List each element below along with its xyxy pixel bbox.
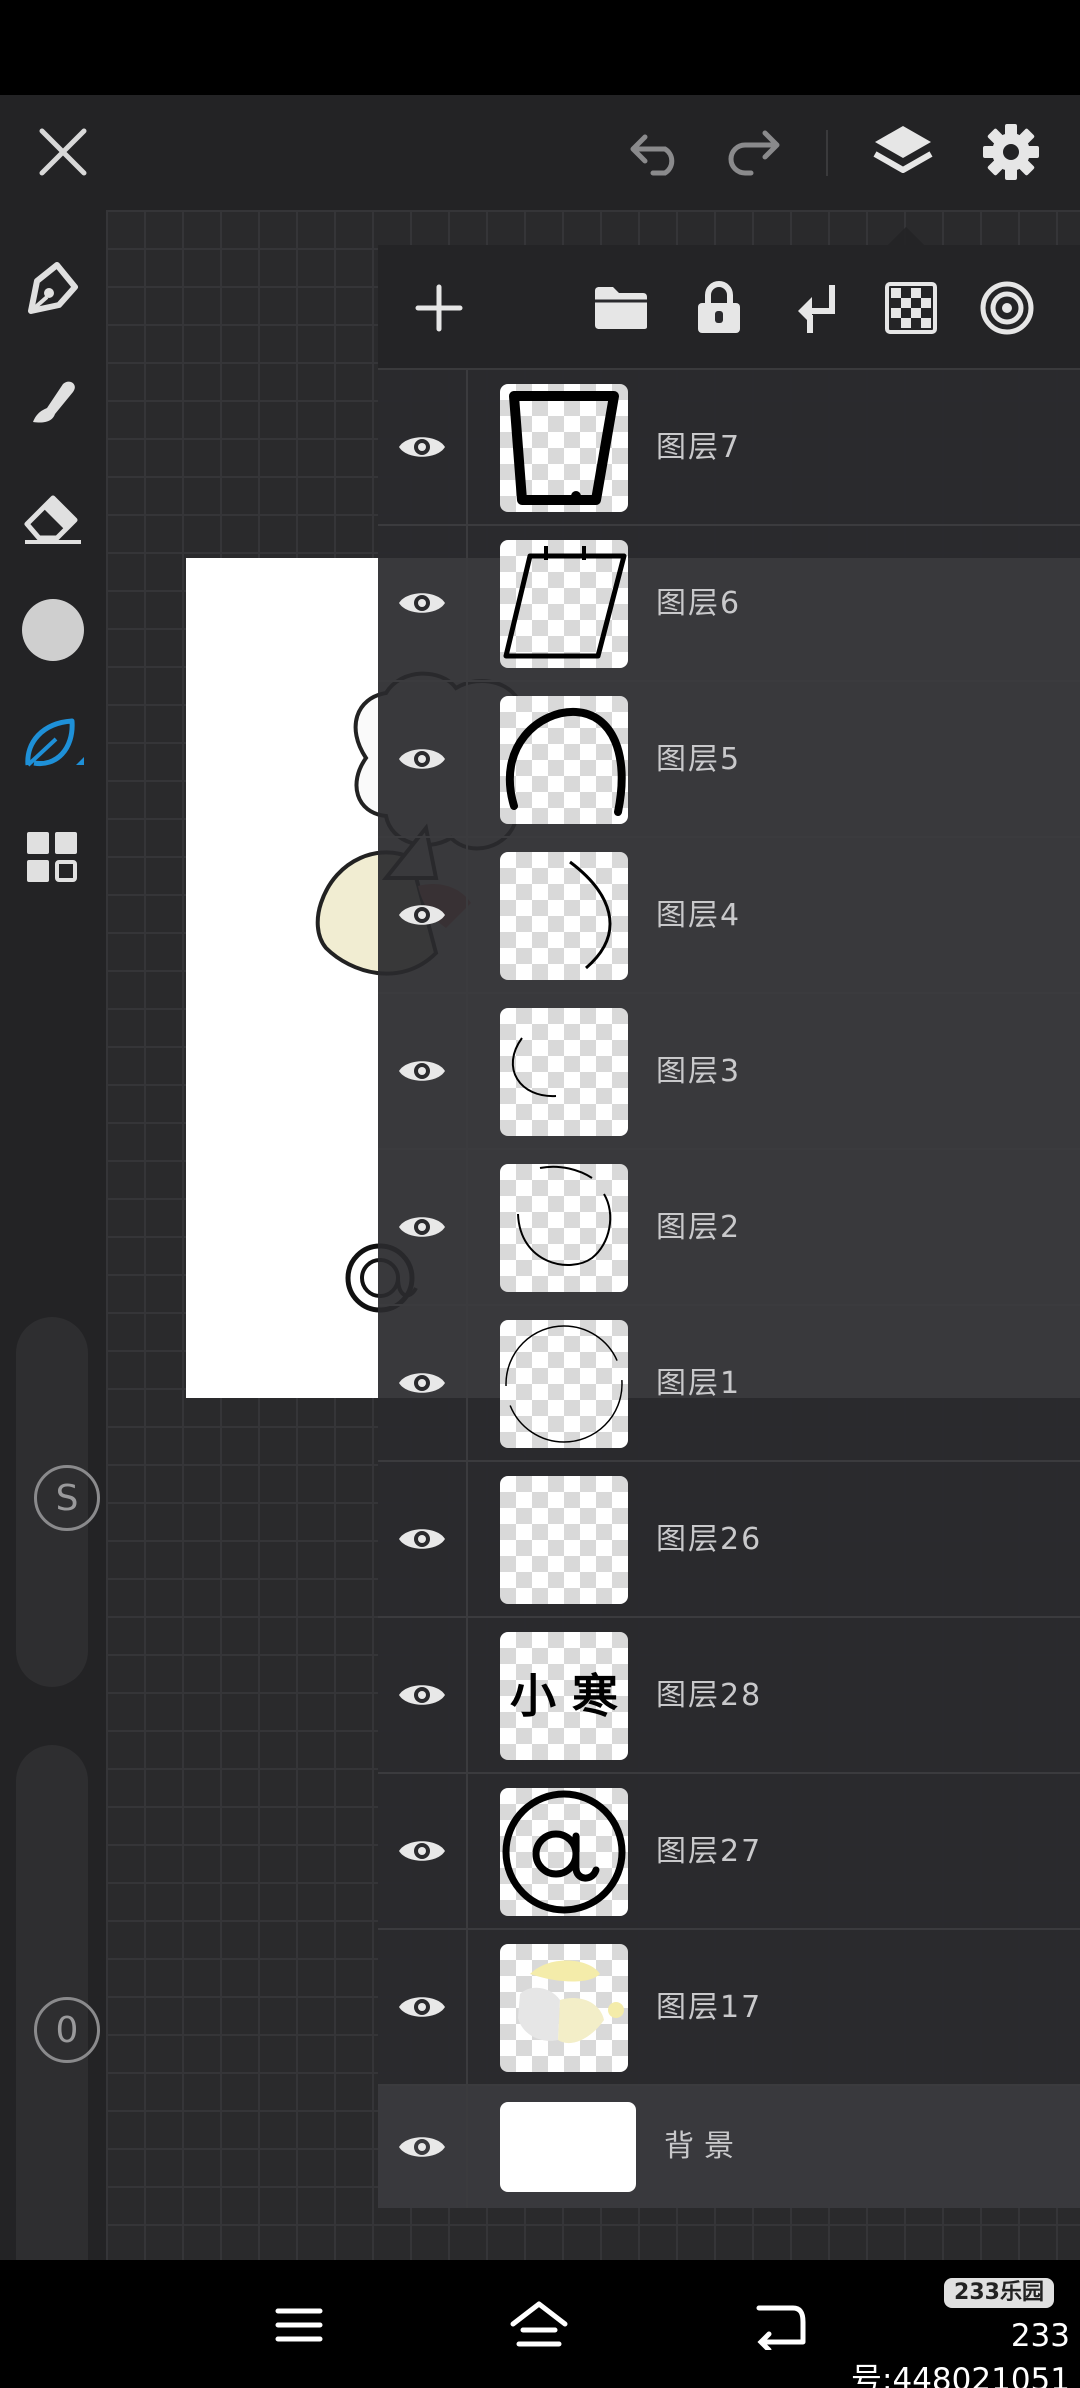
layer-thumbnail	[500, 1476, 628, 1604]
target-icon[interactable]	[974, 275, 1040, 341]
visibility-eye-icon[interactable]	[378, 1930, 468, 2084]
close-icon[interactable]	[28, 117, 98, 187]
visibility-eye-icon[interactable]	[378, 682, 468, 836]
layer-name: 图层28	[656, 1678, 763, 1713]
layer-name: 图层7	[656, 430, 742, 465]
pen-icon[interactable]	[13, 248, 93, 328]
layers-icon[interactable]	[868, 117, 938, 187]
layer-thumbnail	[500, 696, 628, 824]
visibility-eye-icon[interactable]	[378, 1306, 468, 1460]
layer-panel-header	[378, 227, 1080, 370]
leaf-brush-icon[interactable]	[13, 704, 93, 784]
smudge-brush-icon[interactable]	[13, 362, 93, 442]
merge-down-icon[interactable]	[783, 275, 849, 341]
panel-pointer	[888, 227, 924, 245]
brush-size-slider[interactable]: S	[16, 1317, 100, 1687]
layer-row[interactable]: 图层26	[378, 1462, 1080, 1618]
layer-name: 图层6	[656, 586, 742, 621]
layer-thumbnail	[500, 2102, 636, 2192]
menu-icon[interactable]	[264, 2290, 334, 2360]
layer-name: 图层2	[656, 1210, 742, 1245]
layer-name: 背景	[664, 2129, 744, 2164]
layer-row[interactable]: 图层3	[378, 994, 1080, 1150]
eraser-icon[interactable]	[13, 478, 93, 558]
layer-list: 图层7 图层6 图层5 图层4 图层3 图层2 图层1 图层26 小 寒 图层2…	[378, 370, 1080, 2208]
toolbar-divider	[826, 130, 828, 176]
thumbnail-text: 小 寒	[509, 1669, 618, 1723]
opacity-knob[interactable]: 0	[34, 1997, 100, 2063]
layer-thumbnail	[500, 540, 628, 668]
layer-thumbnail	[500, 1788, 628, 1916]
folder-icon[interactable]	[588, 275, 654, 341]
layer-thumbnail	[500, 1164, 628, 1292]
left-toolbar: S 0	[0, 210, 106, 2330]
layer-name: 图层17	[656, 1990, 763, 2025]
layer-panel: 图层7 图层6 图层5 图层4 图层3 图层2 图层1 图层26 小 寒 图层2…	[378, 227, 1080, 2208]
layer-thumbnail: 小 寒	[500, 1632, 628, 1760]
settings-gear-icon[interactable]	[976, 117, 1046, 187]
grid-menu-icon[interactable]	[13, 818, 93, 898]
layer-thumbnail	[500, 1320, 628, 1448]
brush-size-knob[interactable]: S	[34, 1465, 100, 1531]
layer-name: 图层3	[656, 1054, 742, 1089]
checkerboard-icon[interactable]	[878, 275, 944, 341]
layer-thumbnail	[500, 1944, 628, 2072]
layer-name: 图层1	[656, 1366, 742, 1401]
layer-row[interactable]: 图层7	[378, 370, 1080, 526]
background-layer-row[interactable]: 背景	[378, 2086, 1080, 2208]
visibility-eye-icon[interactable]	[378, 1618, 468, 1772]
undo-icon[interactable]	[622, 117, 692, 187]
visibility-eye-icon[interactable]	[378, 1150, 468, 1304]
status-bar	[0, 0, 1080, 95]
layer-row[interactable]: 小 寒 图层28	[378, 1618, 1080, 1774]
opacity-slider[interactable]: 0	[16, 1745, 100, 2330]
visibility-eye-icon[interactable]	[378, 838, 468, 992]
layer-thumbnail	[500, 1008, 628, 1136]
navigation-bar: 233乐园 233号:448021051	[0, 2260, 1080, 2388]
layer-row[interactable]: 图层27	[378, 1774, 1080, 1930]
layer-thumbnail	[500, 852, 628, 980]
layer-name: 图层26	[656, 1522, 763, 1557]
layer-row[interactable]: 图层1	[378, 1306, 1080, 1462]
lock-icon[interactable]	[686, 275, 752, 341]
layer-thumbnail	[500, 384, 628, 512]
top-toolbar	[0, 95, 1080, 210]
layer-name: 图层27	[656, 1834, 763, 1869]
watermark-logo: 233乐园	[944, 2278, 1054, 2308]
layer-name: 图层4	[656, 898, 742, 933]
add-layer-icon[interactable]	[406, 275, 472, 341]
color-circle-icon[interactable]	[13, 590, 93, 670]
visibility-eye-icon[interactable]	[378, 370, 468, 524]
visibility-eye-icon[interactable]	[378, 994, 468, 1148]
visibility-eye-icon[interactable]	[378, 1774, 468, 1928]
layer-row[interactable]: 图层5	[378, 682, 1080, 838]
layer-row[interactable]: 图层4	[378, 838, 1080, 994]
layer-row[interactable]: 图层6	[378, 526, 1080, 682]
layer-row[interactable]: 图层17	[378, 1930, 1080, 2086]
home-icon[interactable]	[504, 2290, 574, 2360]
visibility-eye-icon[interactable]	[378, 526, 468, 680]
visibility-eye-icon[interactable]	[378, 1462, 468, 1616]
layer-row[interactable]: 图层2	[378, 1150, 1080, 1306]
redo-icon[interactable]	[718, 117, 788, 187]
visibility-eye-icon[interactable]	[378, 2086, 468, 2208]
watermark-id: 233号:448021051	[851, 2318, 1070, 2388]
layer-name: 图层5	[656, 742, 742, 777]
